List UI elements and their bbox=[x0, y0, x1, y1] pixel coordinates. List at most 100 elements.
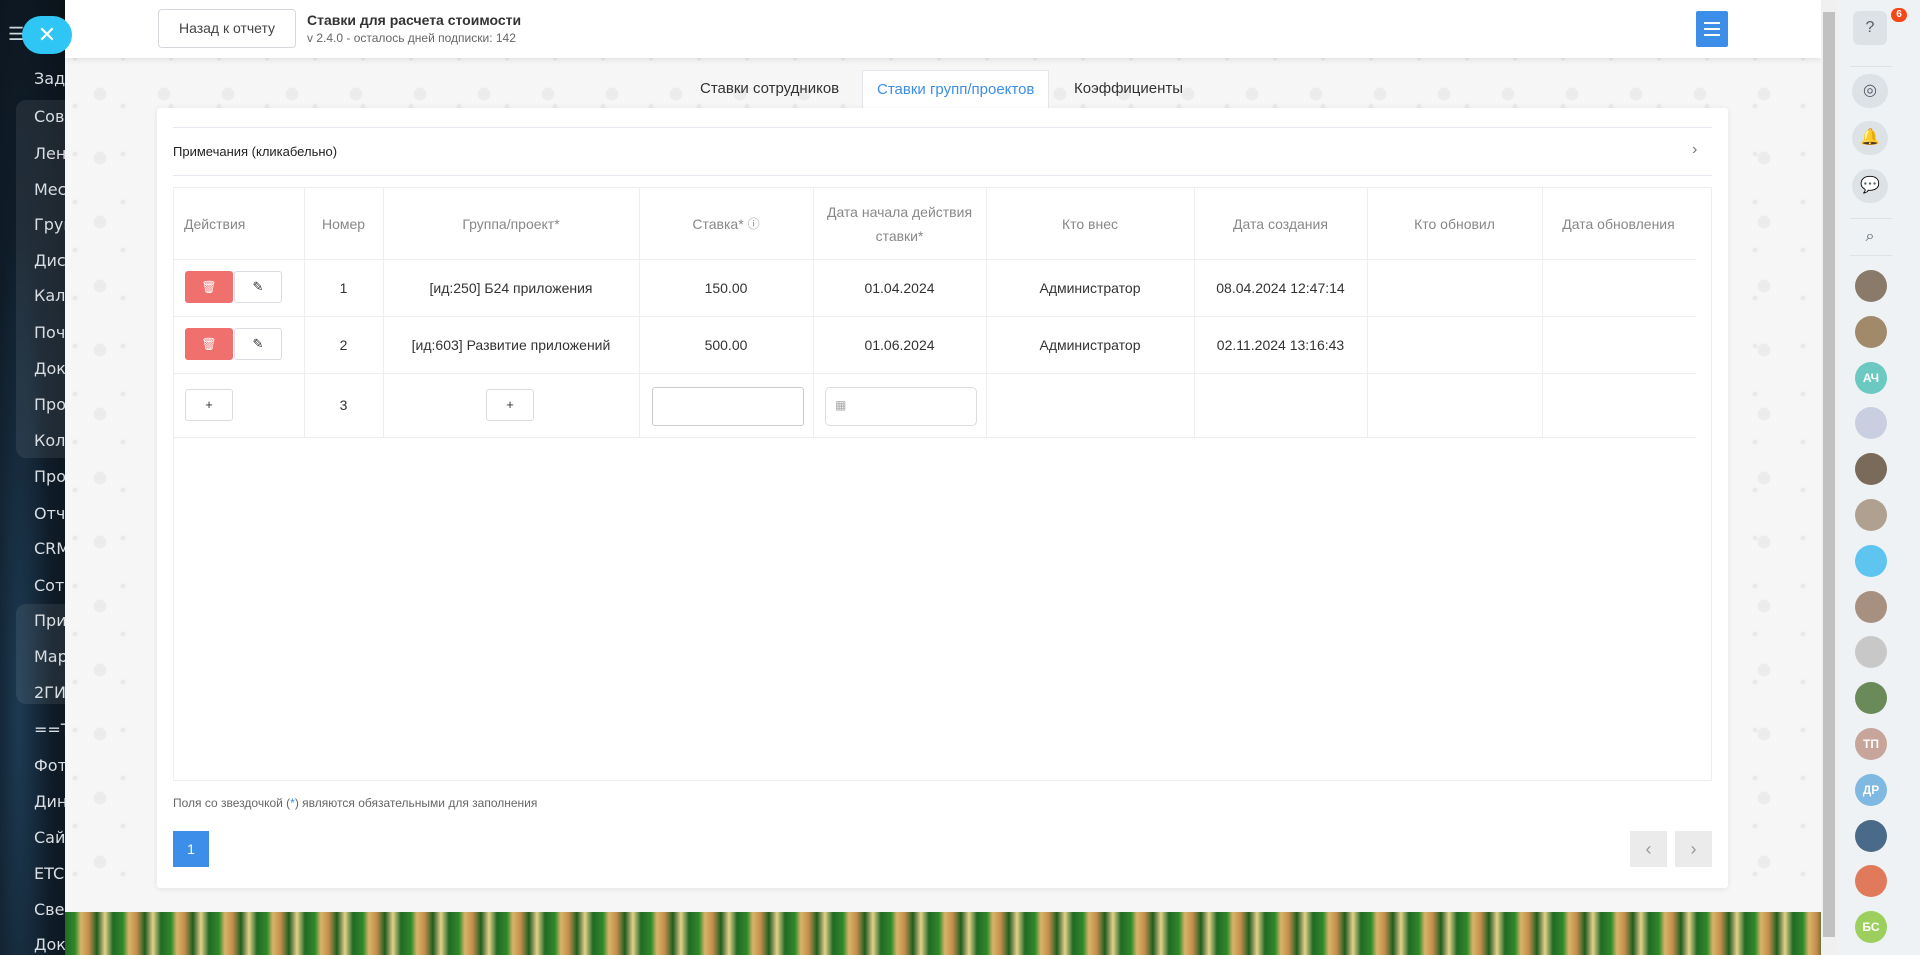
help-button[interactable]: ? bbox=[1853, 11, 1887, 45]
next-page-button[interactable]: › bbox=[1675, 831, 1712, 867]
cell-number: 3 bbox=[339, 397, 348, 413]
cell-rate: 500.00 bbox=[704, 336, 748, 353]
avatar[interactable]: ДР bbox=[1855, 773, 1887, 806]
sidebar-item[interactable]: Прое bbox=[34, 467, 65, 486]
column-header-number: Номер bbox=[321, 215, 366, 232]
cell-group: [ид:250] Б24 приложения bbox=[429, 279, 593, 296]
trash-icon: 🗑 bbox=[201, 280, 217, 294]
sidebar-item[interactable]: ==Т bbox=[34, 720, 65, 739]
sidebar-item[interactable]: Мар bbox=[34, 647, 65, 666]
sidebar-item[interactable]: 2ГИС bbox=[34, 683, 65, 702]
note-text: Поля со звездочкой ( bbox=[173, 796, 291, 810]
sidebar-item[interactable]: Доку bbox=[34, 359, 65, 378]
column-header-created-by: Кто внес bbox=[1061, 215, 1119, 232]
menu-icon bbox=[1704, 22, 1720, 24]
avatar[interactable] bbox=[1855, 819, 1887, 852]
menu-icon-line bbox=[1704, 34, 1720, 36]
sidebar-item[interactable]: Кале bbox=[34, 286, 65, 305]
page-button-current[interactable]: 1 bbox=[173, 831, 209, 867]
sidebar-item[interactable]: Отче bbox=[34, 504, 65, 523]
tab-coefficients[interactable]: Коэффициенты bbox=[1060, 70, 1197, 108]
divider bbox=[1850, 218, 1892, 219]
column-header-updated-by: Кто обновил bbox=[1414, 215, 1495, 232]
back-to-report-button[interactable]: Назад к отчету bbox=[158, 9, 296, 48]
avatar[interactable]: ТП bbox=[1855, 728, 1887, 760]
cell-created-by: Администратор bbox=[1039, 336, 1141, 353]
sidebar-item[interactable]: Сотр bbox=[34, 576, 65, 595]
column-header-updated-at: Дата обновления bbox=[1562, 215, 1675, 232]
calendar-icon: ▦ bbox=[835, 398, 847, 412]
copilot-icon: ◎ bbox=[1863, 82, 1877, 99]
sidebar-item[interactable]: Доку bbox=[34, 935, 65, 954]
question-icon: ? bbox=[1865, 19, 1875, 36]
help-icon[interactable]: ⓘ bbox=[748, 212, 760, 236]
delete-button[interactable]: 🗑 bbox=[185, 271, 233, 303]
edit-button[interactable]: ✎ bbox=[234, 328, 282, 360]
sidebar-item[interactable]: Зада bbox=[34, 69, 65, 88]
column-header-actions: Действия bbox=[184, 215, 246, 232]
tab-employee-rates[interactable]: Ставки сотрудников bbox=[686, 70, 853, 108]
avatar[interactable] bbox=[1855, 499, 1887, 531]
garland-decoration bbox=[65, 912, 1821, 955]
column-header-rate-label: Ставка* bbox=[692, 215, 744, 232]
rate-input[interactable] bbox=[652, 387, 804, 426]
version-subtitle: v 2.4.0 - осталось дней подписки: 142 bbox=[307, 31, 516, 45]
sidebar-item[interactable]: CRM bbox=[34, 539, 65, 558]
sidebar-item[interactable]: Прое bbox=[34, 395, 65, 414]
cell-created-by: Администратор bbox=[1039, 279, 1141, 296]
sidebar-item[interactable]: Свеж bbox=[34, 900, 65, 919]
sidebar-item[interactable]: Совм bbox=[34, 107, 65, 126]
sidebar-item[interactable]: Лент bbox=[34, 144, 65, 163]
avatar[interactable]: АЧ bbox=[1855, 361, 1887, 394]
trash-icon: 🗑 bbox=[201, 337, 217, 351]
cell-start-date: 01.06.2024 bbox=[864, 336, 935, 353]
avatar[interactable] bbox=[1855, 682, 1887, 715]
notifications-button[interactable]: 🔔 bbox=[1852, 121, 1888, 155]
notes-toggle[interactable]: Примечания (кликабельно) bbox=[173, 144, 337, 159]
sidebar-item[interactable]: Дина bbox=[34, 792, 65, 811]
column-header-rate: Ставка* ⓘ bbox=[639, 188, 813, 259]
chevron-right-icon[interactable]: › bbox=[1692, 141, 1697, 159]
search-icon: ⌕ bbox=[1865, 228, 1875, 245]
plus-icon: + bbox=[205, 397, 213, 412]
search-button[interactable]: ⌕ bbox=[1852, 220, 1888, 254]
sidebar-item[interactable]: Фото bbox=[34, 756, 65, 775]
divider bbox=[173, 127, 1712, 128]
start-date-input[interactable]: ▦ bbox=[825, 387, 977, 426]
copilot-button[interactable]: ◎ bbox=[1852, 74, 1888, 108]
cell-start-date: 01.04.2024 bbox=[864, 279, 935, 296]
left-sidebar: Зада Совм Лент Месс Груп Диск Кале Почт Доку Прое… bbox=[0, 0, 65, 955]
sidebar-item[interactable]: Груп bbox=[34, 215, 65, 234]
avatar[interactable] bbox=[1855, 270, 1887, 302]
add-row-button[interactable]: + bbox=[185, 389, 233, 421]
chat-button[interactable]: 💬 bbox=[1852, 169, 1888, 203]
row-divider bbox=[174, 437, 1696, 438]
avatar[interactable] bbox=[1855, 544, 1887, 577]
edit-button[interactable]: ✎ bbox=[234, 271, 282, 303]
sidebar-item[interactable]: Месс bbox=[34, 180, 65, 199]
chat-icon: 💬 bbox=[1860, 177, 1880, 194]
sidebar-item[interactable]: ETC: bbox=[34, 864, 65, 883]
sidebar-item[interactable]: Прил bbox=[34, 611, 65, 630]
delete-button[interactable]: 🗑 bbox=[185, 328, 233, 360]
close-button[interactable]: ✕ bbox=[22, 16, 72, 54]
sidebar-item[interactable]: Сайт bbox=[34, 828, 65, 847]
avatar[interactable] bbox=[1855, 453, 1887, 486]
scrollbar-thumb[interactable] bbox=[1823, 12, 1835, 937]
avatar[interactable]: БС bbox=[1855, 911, 1887, 944]
sidebar-item[interactable]: Почт bbox=[34, 323, 65, 342]
chevron-right-icon: › bbox=[1690, 839, 1697, 859]
pencil-icon: ✎ bbox=[252, 336, 264, 351]
sidebar-item[interactable]: Диск bbox=[34, 251, 65, 270]
tab-group-rates[interactable]: Ставки групп/проектов bbox=[862, 70, 1050, 108]
prev-page-button[interactable]: ‹ bbox=[1630, 831, 1667, 867]
select-group-button[interactable]: + bbox=[486, 389, 534, 421]
header bbox=[65, 0, 1821, 58]
menu-button[interactable] bbox=[1696, 11, 1728, 47]
page-scrollbar[interactable] bbox=[1821, 0, 1837, 955]
sidebar-item[interactable]: Колл bbox=[34, 431, 65, 450]
avatar[interactable] bbox=[1855, 315, 1887, 348]
cell-created-at: 08.04.2024 12:47:14 bbox=[1216, 279, 1345, 296]
plus-icon: + bbox=[506, 397, 514, 412]
avatar[interactable] bbox=[1855, 590, 1887, 623]
